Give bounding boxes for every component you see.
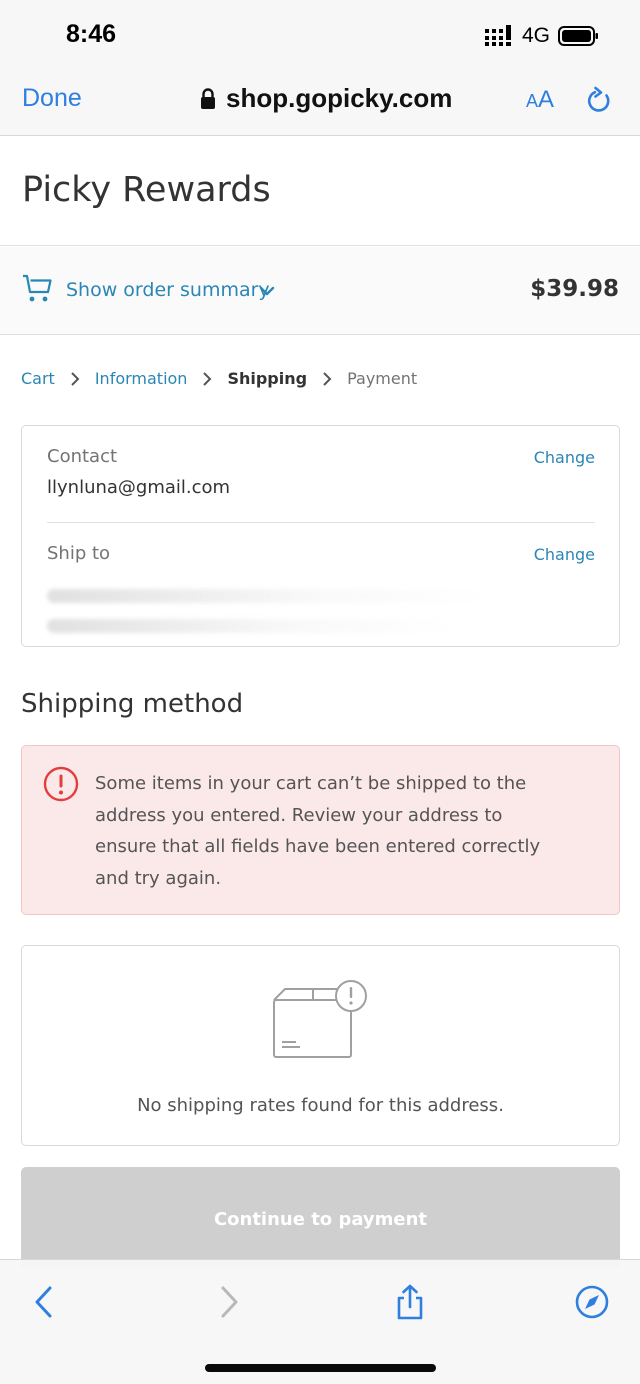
contact-row: Contact llynluna@gmail.com Change xyxy=(47,446,595,523)
order-total: $39.98 xyxy=(530,276,619,302)
address-bar[interactable]: shop.gopicky.com xyxy=(200,83,452,114)
shipping-error-text: Some items in your cart can’t be shipped… xyxy=(95,773,541,889)
url-text: shop.gopicky.com xyxy=(226,83,453,113)
status-bar: 8:46 4G xyxy=(0,0,640,66)
done-button[interactable]: Done xyxy=(22,84,82,113)
ship-to-row: Ship to Change xyxy=(47,543,595,643)
battery-icon xyxy=(558,26,598,46)
contact-label: Contact xyxy=(47,446,118,467)
show-order-summary-label: Show order summary xyxy=(66,279,270,301)
cart-icon xyxy=(23,274,52,302)
contact-value: llynluna@gmail.com xyxy=(47,477,231,498)
chevron-down-icon xyxy=(259,286,275,296)
home-indicator[interactable] xyxy=(205,1364,436,1372)
breadcrumb-shipping: Shipping xyxy=(227,369,308,388)
text-size-small: A xyxy=(526,91,539,111)
forward-icon[interactable] xyxy=(211,1284,247,1320)
network-type: 4G xyxy=(522,24,551,47)
shop-title[interactable]: Picky Rewards xyxy=(22,170,271,210)
compass-icon[interactable] xyxy=(574,1284,610,1320)
breadcrumb-information[interactable]: Information xyxy=(95,369,188,388)
shipping-method-title: Shipping method xyxy=(21,689,244,719)
continue-to-payment-label: Continue to payment xyxy=(213,1209,428,1230)
reload-icon[interactable] xyxy=(586,86,614,116)
redacted-address xyxy=(47,589,487,603)
breadcrumb-payment: Payment xyxy=(347,369,418,388)
shipping-error-banner: Some items in your cart can’t be shipped… xyxy=(21,745,620,915)
ship-to-label: Ship to xyxy=(47,543,111,564)
signal-bars-icon xyxy=(485,25,511,46)
chevron-right-icon xyxy=(71,371,80,386)
breadcrumb-cart[interactable]: Cart xyxy=(21,369,55,388)
package-warning-icon xyxy=(273,980,367,1058)
chevron-right-icon xyxy=(323,371,332,386)
browser-bar: Done shop.gopicky.com AA xyxy=(0,66,640,136)
text-size-button[interactable]: AA xyxy=(526,86,554,114)
back-icon[interactable] xyxy=(28,1284,64,1320)
continue-to-payment-button[interactable]: Continue to payment xyxy=(21,1167,620,1267)
breadcrumb: Cart Information Shipping Payment xyxy=(21,369,417,388)
chevron-right-icon xyxy=(203,371,212,386)
text-size-large: A xyxy=(538,86,555,113)
change-contact-link[interactable]: Change xyxy=(534,448,595,467)
change-address-link[interactable]: Change xyxy=(534,545,595,564)
share-icon[interactable] xyxy=(392,1284,428,1320)
status-time: 8:46 xyxy=(66,20,117,48)
order-summary-toggle[interactable]: Show order summary $39.98 xyxy=(0,247,640,335)
redacted-address xyxy=(47,619,457,633)
review-box: Contact llynluna@gmail.com Change Ship t… xyxy=(21,425,620,647)
shipping-rates-box: No shipping rates found for this address… xyxy=(21,945,620,1146)
lock-icon xyxy=(201,87,215,109)
no-rates-message: No shipping rates found for this address… xyxy=(137,1095,504,1116)
error-icon xyxy=(43,766,79,802)
shop-header: Picky Rewards xyxy=(0,137,640,246)
